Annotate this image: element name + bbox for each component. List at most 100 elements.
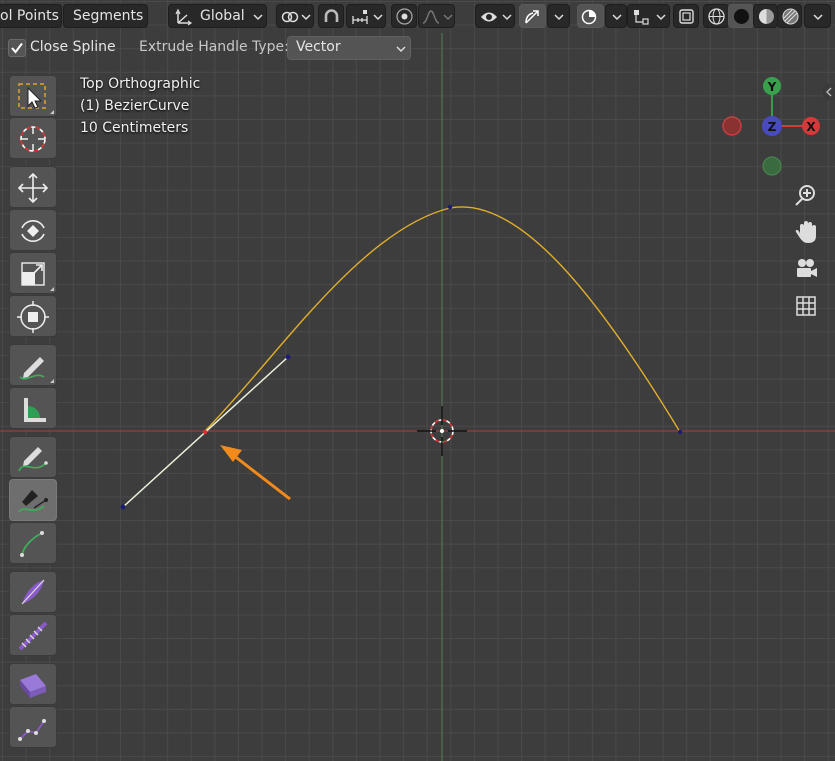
draw-tool[interactable]	[9, 436, 57, 478]
control-point-top[interactable]	[447, 204, 453, 210]
tab-control-points-label: ol Points	[0, 8, 59, 24]
tool-settings-bar	[0, 35, 835, 63]
pivot-point-dropdown[interactable]	[276, 4, 314, 28]
vertex-tool[interactable]	[9, 706, 57, 748]
camera-icon[interactable]	[794, 257, 818, 281]
overlay-icon	[581, 9, 597, 25]
shading-wireframe-button[interactable]	[703, 4, 729, 28]
extrude-handle-type-dropdown[interactable]: Vector	[287, 36, 411, 60]
falloff-curve-icon	[422, 10, 440, 24]
close-spline-label[interactable]: Close Spline	[30, 39, 116, 55]
extrude-handle-type-value: Vector	[296, 39, 341, 55]
shading-solid-button[interactable]	[728, 4, 754, 28]
viewport-header: ol Points Segments Global	[0, 0, 835, 33]
chevron-down-icon	[554, 14, 564, 21]
control-point-end[interactable]	[677, 429, 683, 435]
cursor-icon	[20, 126, 46, 152]
visibility-dropdown[interactable]	[475, 4, 515, 28]
snap-target-dropdown[interactable]	[346, 4, 386, 28]
curve-pen-tool[interactable]	[9, 479, 57, 521]
chevron-down-icon	[656, 14, 666, 21]
gizmo-icon	[525, 10, 539, 24]
gizmo-neg-x-handle[interactable]	[722, 116, 742, 136]
vertex-icon	[18, 719, 46, 741]
gizmo-z-label: Z	[768, 120, 777, 134]
select-box-icon	[18, 83, 46, 109]
gizmo-x-label: X	[806, 120, 816, 134]
shading-options-dropdown[interactable]	[804, 4, 831, 28]
3d-cursor[interactable]	[417, 406, 467, 456]
view-name: Top Orthographic	[80, 76, 201, 92]
extrude-icon	[20, 674, 46, 698]
grid-scale-label: 10 Centimeters	[80, 120, 189, 136]
handle-point-right[interactable]	[285, 354, 291, 360]
close-spline-checkbox[interactable]	[8, 39, 26, 57]
orientation-label: Global	[200, 8, 245, 24]
proportional-edit-toggle[interactable]	[391, 4, 417, 28]
chevron-down-icon	[373, 14, 383, 21]
gizmo-neg-y-handle[interactable]	[762, 156, 782, 176]
chevron-down-icon	[612, 14, 622, 21]
magnet-icon	[324, 9, 339, 22]
curve-draw-icon	[18, 447, 48, 472]
overlay-toggle[interactable]	[577, 4, 604, 28]
tab-control-points[interactable]: ol Points	[0, 4, 62, 28]
wireframe-icon	[708, 8, 725, 25]
extrude-tool[interactable]	[9, 663, 57, 705]
tab-segments-label: Segments	[73, 8, 144, 24]
solid-icon	[734, 9, 749, 24]
annotate-icon	[19, 357, 45, 380]
checkmark-icon	[11, 42, 23, 54]
radius-tool[interactable]	[9, 571, 57, 613]
sidebar-toggle[interactable]	[823, 84, 835, 100]
gizmo-dropdown[interactable]	[547, 4, 570, 28]
shading-rendered-button[interactable]	[777, 4, 802, 28]
chevron-down-icon	[301, 14, 311, 21]
handle-point-left[interactable]	[120, 504, 126, 510]
transform-tool[interactable]	[9, 295, 57, 337]
tilt-tool[interactable]	[9, 522, 57, 564]
transform-icon	[17, 301, 49, 333]
overlay-dropdown[interactable]	[605, 4, 627, 28]
radius-icon	[21, 579, 45, 605]
rotate-tool[interactable]	[9, 209, 57, 251]
curve-overlay-icon	[634, 10, 649, 25]
transform-orientation-icon	[175, 8, 193, 26]
cursor-tool[interactable]	[9, 117, 57, 159]
annotate-tool[interactable]	[9, 344, 57, 386]
chevron-down-icon	[502, 14, 512, 21]
active-object-name: (1) BezierCurve	[80, 98, 190, 114]
randomize-tool[interactable]	[9, 614, 57, 656]
transform-orientation-dropdown[interactable]: Global	[168, 4, 267, 28]
gizmo-y-label: Y	[767, 80, 777, 94]
xray-icon	[679, 9, 694, 24]
chevron-down-icon	[443, 14, 453, 21]
mesh-edit-overlay-dropdown[interactable]	[627, 4, 670, 28]
xray-toggle[interactable]	[673, 4, 699, 28]
measure-tool[interactable]	[9, 387, 57, 429]
tilt-icon	[20, 531, 44, 557]
proportional-falloff-dropdown[interactable]	[418, 4, 455, 28]
chevron-down-icon	[396, 46, 406, 53]
tab-segments[interactable]: Segments	[63, 4, 148, 28]
scale-tool[interactable]	[9, 252, 57, 294]
grid-view-icon[interactable]	[794, 294, 818, 318]
gizmo-toggle[interactable]	[519, 4, 546, 28]
rotate-icon	[21, 220, 45, 242]
eye-icon	[481, 12, 497, 22]
zoom-icon[interactable]	[794, 183, 818, 207]
pan-hand-icon[interactable]	[794, 220, 818, 244]
snap-increment-icon	[352, 10, 368, 24]
navigation-gizmo[interactable]: Y X Z	[715, 72, 830, 182]
move-tool[interactable]	[9, 166, 57, 208]
randomize-icon	[18, 621, 48, 651]
shading-material-button[interactable]	[753, 4, 778, 28]
measure-icon	[24, 398, 46, 422]
viewport-scene	[0, 33, 835, 761]
control-point-selected[interactable]	[202, 429, 208, 435]
move-icon	[17, 172, 49, 204]
3d-viewport[interactable]: ol Points Segments Global Close Spline E…	[0, 0, 835, 761]
snap-toggle[interactable]	[318, 4, 344, 28]
chevron-down-icon	[253, 14, 263, 21]
select-box-tool[interactable]	[9, 75, 57, 117]
